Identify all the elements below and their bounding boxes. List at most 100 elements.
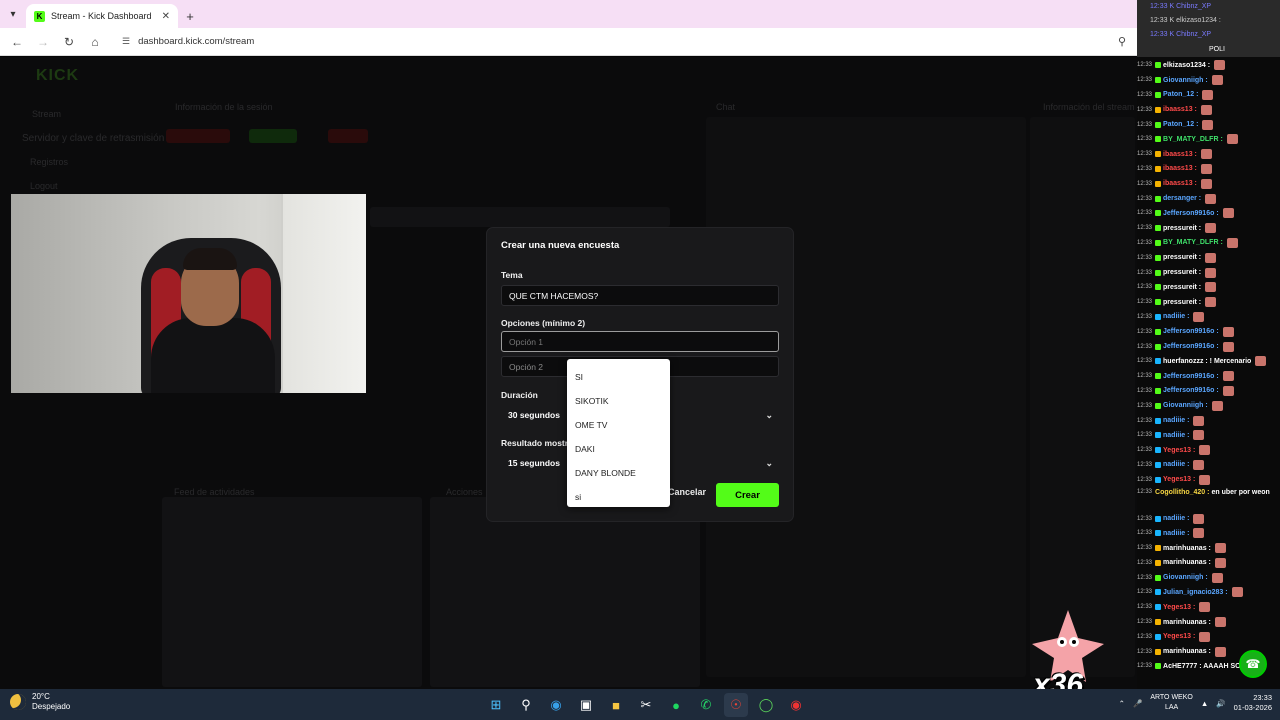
chat-username[interactable]: Paton_12 : bbox=[1163, 91, 1198, 98]
autocomplete-item[interactable]: OME TV bbox=[567, 413, 670, 437]
chat-username[interactable]: nadiiie : bbox=[1163, 417, 1189, 424]
chat-timestamp: 12:33 bbox=[1137, 447, 1153, 454]
chat-username[interactable]: Yeges13 : bbox=[1163, 447, 1195, 454]
recording-app-icon[interactable]: ◉ bbox=[784, 693, 808, 717]
autocomplete-item[interactable]: SIKOTIK bbox=[567, 389, 670, 413]
chat-username[interactable]: ibaass13 : bbox=[1163, 180, 1197, 187]
file-explorer-icon[interactable]: ■ bbox=[604, 693, 628, 717]
nav-logs: Registros bbox=[30, 157, 69, 167]
browser-toolbar: ← → ↻ ⌂ ☰ dashboard.kick.com/stream ⚲ bbox=[0, 28, 1137, 56]
chat-emote-icon bbox=[1205, 297, 1217, 308]
search-icon[interactable]: ⚲ bbox=[514, 693, 538, 717]
autocomplete-item[interactable]: DAKI bbox=[567, 437, 670, 461]
chat-message: 12:33 nadiiie : bbox=[1137, 511, 1280, 526]
chat-username[interactable]: marinhuanas : bbox=[1163, 619, 1211, 626]
chat-username[interactable]: pressureit : bbox=[1163, 225, 1201, 232]
windows-start-icon[interactable]: ⊞ bbox=[484, 693, 508, 717]
chat-username[interactable]: ibaass13 : bbox=[1163, 165, 1197, 172]
xbox-icon[interactable]: ◯ bbox=[754, 693, 778, 717]
chat-username[interactable]: Giovanniigh : bbox=[1163, 574, 1208, 581]
microphone-icon[interactable]: 🎤 bbox=[1133, 699, 1142, 708]
chat-username[interactable]: Jefferson9916o : bbox=[1163, 387, 1219, 394]
chat-username[interactable]: Jefferson9916o : bbox=[1163, 373, 1219, 380]
weather-widget[interactable]: 20°C Despejado bbox=[10, 692, 70, 712]
home-icon[interactable]: ⌂ bbox=[84, 31, 106, 53]
volume-icon[interactable]: 🔊 bbox=[1216, 699, 1225, 708]
chat-username[interactable]: nadiiie : bbox=[1163, 313, 1189, 320]
chrome-icon[interactable]: ☉ bbox=[724, 693, 748, 717]
chat-username[interactable]: Yeges13 : bbox=[1163, 633, 1195, 640]
temperature: 20°C bbox=[32, 692, 50, 701]
chat-username[interactable]: ibaass13 : bbox=[1163, 106, 1197, 113]
network-icon[interactable]: ▲ bbox=[1201, 699, 1208, 708]
chat-username[interactable]: Paton_12 : bbox=[1163, 121, 1198, 128]
autocomplete-dropdown: SI SIKOTIK OME TV DAKI DANY BLONDE si bbox=[567, 359, 670, 507]
new-tab-icon[interactable]: + bbox=[178, 4, 202, 28]
site-info-icon[interactable]: ☰ bbox=[122, 36, 130, 47]
zoom-icon[interactable]: ⚲ bbox=[1111, 35, 1133, 48]
topic-input[interactable]: QUE CTM HACEMOS? bbox=[501, 285, 779, 306]
browser-tab-active[interactable]: K Stream - Kick Dashboard ✕ bbox=[26, 4, 178, 28]
user-badge-icon bbox=[1155, 545, 1162, 552]
activity-feed-panel bbox=[162, 497, 422, 687]
spotify-icon[interactable]: ● bbox=[664, 693, 688, 717]
chat-timestamp: 12:33 bbox=[1137, 663, 1153, 670]
chat-timestamp: 12:33 bbox=[1137, 515, 1153, 522]
chat-username[interactable]: Jefferson9916o : bbox=[1163, 328, 1219, 335]
chat-username[interactable]: nadiiie : bbox=[1163, 530, 1189, 537]
clock-time: 23:33 bbox=[1253, 693, 1272, 702]
address-bar[interactable]: ☰ dashboard.kick.com/stream bbox=[116, 31, 1107, 53]
chat-username[interactable]: pressureit : bbox=[1163, 299, 1201, 306]
chat-username[interactable]: nadiiie : bbox=[1163, 515, 1189, 522]
user-badge-icon bbox=[1155, 343, 1162, 350]
autocomplete-item[interactable]: DANY BLONDE bbox=[567, 461, 670, 485]
chat-username[interactable]: Jefferson9916o : bbox=[1163, 210, 1219, 217]
chat-username[interactable]: Giovanniigh : bbox=[1163, 402, 1208, 409]
chat-username[interactable]: pressureit : bbox=[1163, 254, 1201, 261]
autocomplete-item[interactable]: si bbox=[567, 485, 670, 509]
chat-username[interactable]: nadiiie : bbox=[1163, 432, 1189, 439]
chat-username[interactable]: pressureit : bbox=[1163, 269, 1201, 276]
stream-key-title: Servidor y clave de retrasmisión bbox=[22, 133, 165, 144]
forward-icon[interactable]: → bbox=[32, 31, 54, 53]
chat-message: 12:33 ibaass13 : bbox=[1137, 162, 1280, 177]
clock[interactable]: 23:33 01-03-2026 bbox=[1234, 693, 1272, 713]
chat-username[interactable]: Yeges13 : bbox=[1163, 604, 1195, 611]
chat-username[interactable]: dersanger : bbox=[1163, 195, 1201, 202]
edge-icon[interactable]: ◉ bbox=[544, 693, 568, 717]
option-1-input[interactable]: Opción 1 bbox=[501, 331, 779, 352]
chat-username[interactable]: nadiiie : bbox=[1163, 461, 1189, 468]
back-icon[interactable]: ← bbox=[6, 31, 28, 53]
chat-emote-icon bbox=[1193, 528, 1205, 539]
user-badge-icon bbox=[1155, 225, 1162, 232]
chat-username[interactable]: marinhuanas : bbox=[1163, 648, 1211, 655]
chat-username[interactable]: Jefferson9916o : bbox=[1163, 343, 1219, 350]
chat-username[interactable]: Yeges13 : bbox=[1163, 476, 1195, 483]
chat-username[interactable]: BY_MATY_DLFR : bbox=[1163, 136, 1223, 143]
chat-username[interactable]: pressureit : bbox=[1163, 284, 1201, 291]
reload-icon[interactable]: ↻ bbox=[58, 31, 80, 53]
cancel-button[interactable]: Cancelar bbox=[668, 487, 706, 497]
chat-username[interactable]: Cogollitho_420 : bbox=[1155, 487, 1209, 498]
chat-username[interactable]: elkizaso1234 : bbox=[1163, 62, 1210, 69]
store-icon[interactable]: ▣ bbox=[574, 693, 598, 717]
actions-heading: Acciones bbox=[446, 487, 483, 497]
whatsapp-icon[interactable]: ✆ bbox=[694, 693, 718, 717]
user-badge-icon bbox=[1155, 358, 1162, 365]
input-language[interactable]: ARTO WEKO LAA bbox=[1150, 693, 1193, 713]
chat-username[interactable]: ibaass13 : bbox=[1163, 151, 1197, 158]
close-tab-icon[interactable]: ✕ bbox=[162, 11, 170, 22]
chat-username[interactable]: marinhuanas : bbox=[1163, 559, 1211, 566]
tray-overflow-icon[interactable]: ⌃ bbox=[1119, 699, 1125, 708]
chat-username[interactable]: Julian_ignacio283 : bbox=[1163, 589, 1228, 596]
chat-username[interactable]: huerfanozzz : ! Mercenario bbox=[1163, 358, 1251, 365]
chat-username[interactable]: Giovanniigh : bbox=[1163, 77, 1208, 84]
chat-username[interactable]: AcHE7777 : AAAAH SOY bbox=[1163, 663, 1245, 670]
chat-username[interactable]: marinhuanas : bbox=[1163, 545, 1211, 552]
snipping-tool-icon[interactable]: ✂ bbox=[634, 693, 658, 717]
support-headset-icon[interactable]: ☎ bbox=[1239, 650, 1267, 678]
create-button[interactable]: Crear bbox=[716, 483, 779, 507]
chat-username[interactable]: BY_MATY_DLFR : bbox=[1163, 239, 1223, 246]
tab-search-icon[interactable]: ▾ bbox=[0, 0, 26, 28]
autocomplete-item[interactable]: SI bbox=[567, 365, 670, 389]
